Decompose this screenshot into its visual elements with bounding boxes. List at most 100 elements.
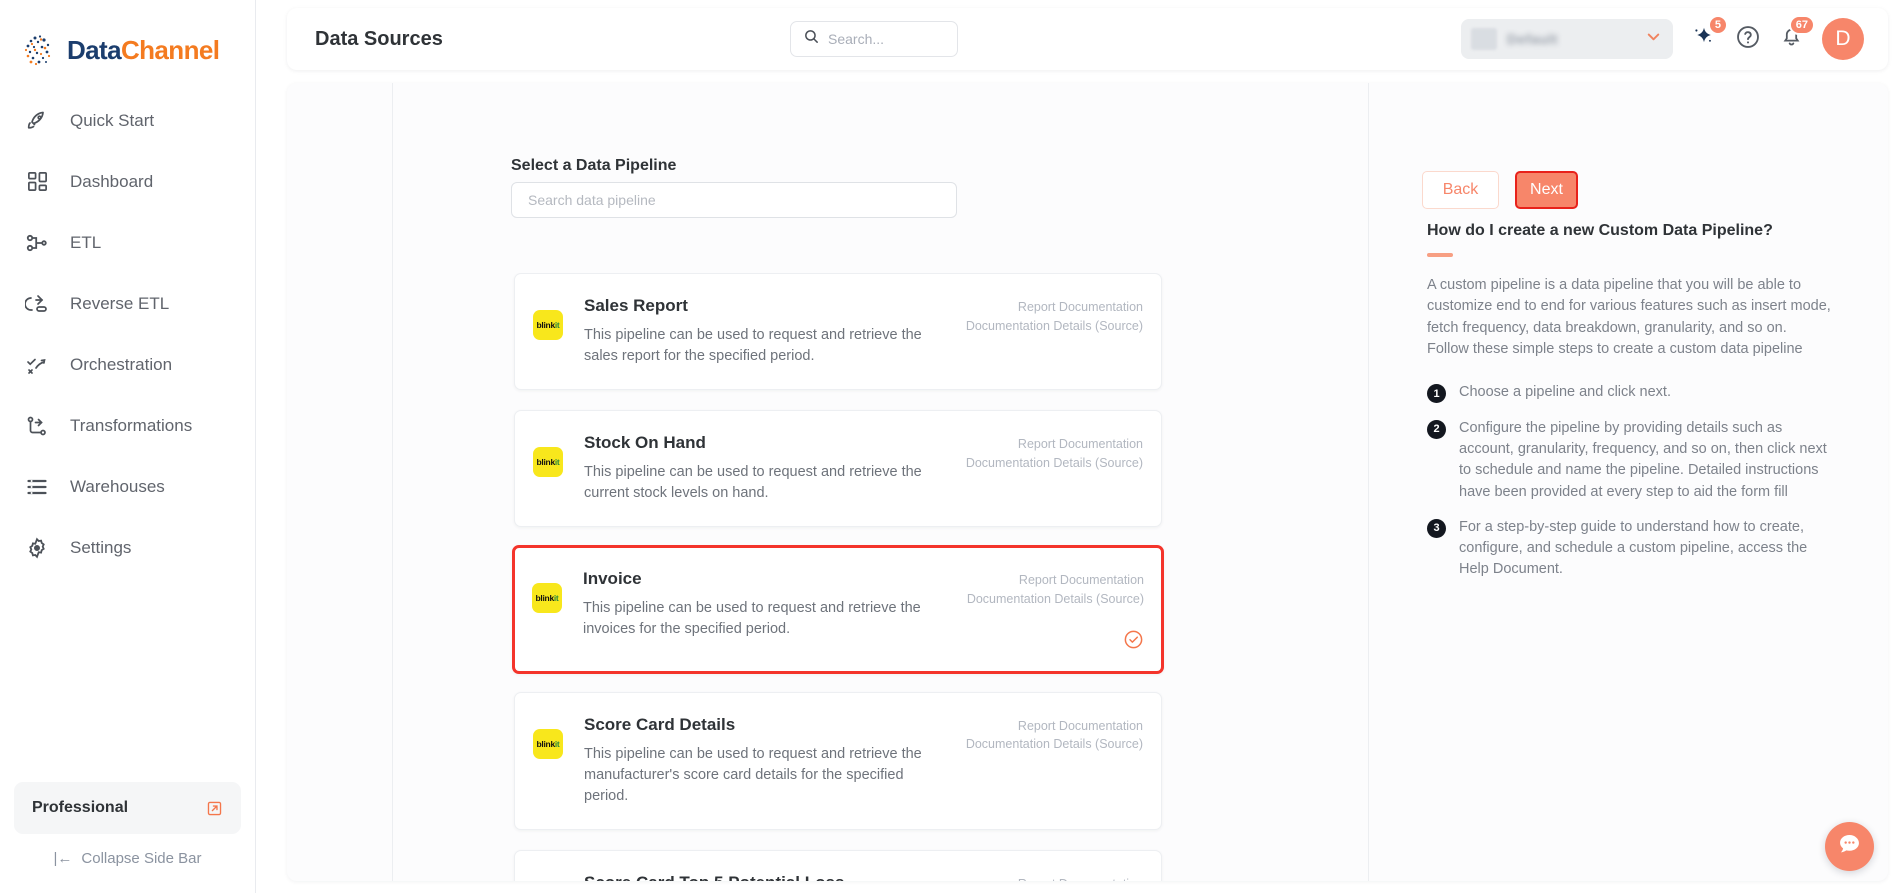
sidebar-item-label: Reverse ETL <box>70 293 170 313</box>
pipeline-info: Score Card Top 5 Potential Loss This pip… <box>563 873 953 881</box>
sidebar-item-transformations[interactable]: Transformations <box>0 395 255 456</box>
sidebar-item-label: Dashboard <box>70 171 154 191</box>
account-selector[interactable]: Default <box>1461 19 1673 59</box>
pipeline-docs: Report Documentation Documentation Detai… <box>953 873 1143 881</box>
pipeline-list[interactable]: blinkit Sales Report This pipeline can b… <box>498 273 1178 881</box>
pipeline-search-input[interactable] <box>528 192 940 208</box>
global-search[interactable] <box>790 21 958 57</box>
report-documentation-link[interactable]: Report Documentation <box>1018 717 1143 736</box>
logo-text-channel: Channel <box>120 34 220 65</box>
reverse-etl-icon <box>24 291 50 317</box>
account-label: Default <box>1507 31 1558 47</box>
pipeline-card[interactable]: blinkit Score Card Details This pipeline… <box>514 691 1162 830</box>
pipeline-search[interactable] <box>511 182 957 218</box>
help-title: How do I create a new Custom Data Pipeli… <box>1427 222 1773 239</box>
help-panel: How do I create a new Custom Data Pipeli… <box>1368 83 1888 881</box>
pipeline-card[interactable]: blinkit Sales Report This pipeline can b… <box>514 273 1162 391</box>
warehouse-icon <box>24 474 50 500</box>
sidebar-item-orchestration[interactable]: Orchestration <box>0 334 255 395</box>
logo-text-data: Data <box>67 34 122 65</box>
chevron-down-icon <box>1644 27 1663 51</box>
pipeline-description: This pipeline can be used to request and… <box>584 464 922 502</box>
pipeline-card-selected[interactable]: blinkit Invoice This pipeline can be use… <box>512 545 1164 674</box>
external-link-icon[interactable] <box>206 800 223 817</box>
account-thumbnail <box>1471 28 1497 50</box>
sidebar-item-label: ETL <box>70 232 102 252</box>
section-label: Select a Data Pipeline <box>511 157 677 174</box>
ai-assistant-button[interactable]: 5 <box>1691 14 1728 55</box>
help-button[interactable] <box>1735 24 1761 55</box>
question-circle-icon <box>1735 24 1761 55</box>
help-step: 2 Configure the pipeline by providing de… <box>1427 418 1838 503</box>
help-step: 1 Choose a pipeline and click next. <box>1427 382 1838 404</box>
pipeline-info: Score Card Details This pipeline can be … <box>563 715 953 807</box>
pipeline-name: Score Card Details <box>584 714 736 734</box>
rocket-icon <box>24 108 50 134</box>
help-step: 3 For a step-by-step guide to understand… <box>1427 517 1838 581</box>
app-logo-text: DataChannel <box>67 34 220 66</box>
plan-badge[interactable]: Professional <box>14 782 241 834</box>
documentation-details-link[interactable]: Documentation Details (Source) <box>966 735 1143 754</box>
pipeline-name: Stock On Hand <box>584 433 706 453</box>
collapse-sidebar-button[interactable]: |← Collapse Side Bar <box>14 850 241 879</box>
transformations-icon <box>24 413 50 439</box>
pipeline-docs: Report Documentation Documentation Detai… <box>953 715 1143 807</box>
datachannel-logo-icon <box>22 31 60 69</box>
search-icon <box>803 28 820 50</box>
ai-badge: 5 <box>1707 14 1728 35</box>
documentation-details-link[interactable]: Documentation Details (Source) <box>966 454 1143 473</box>
page-title: Data Sources <box>315 27 443 50</box>
report-documentation-link[interactable]: Report Documentation <box>1018 298 1143 317</box>
header-actions: Default 5 67 D <box>1461 14 1888 60</box>
notifications-button[interactable]: 67 <box>1779 15 1815 54</box>
collapse-sidebar-label: Collapse Side Bar <box>81 850 202 867</box>
pipeline-description: This pipeline can be used to request and… <box>584 327 922 365</box>
blinkit-logo-icon: blinkit <box>532 583 562 614</box>
left-gutter <box>287 83 393 881</box>
step-number: 1 <box>1427 384 1446 404</box>
step-text: For a step-by-step guide to understand h… <box>1459 518 1808 578</box>
pipeline-info: Sales Report This pipeline can be used t… <box>563 296 953 367</box>
sidebar-item-etl[interactable]: ETL <box>0 212 255 273</box>
documentation-details-link[interactable]: Documentation Details (Source) <box>967 590 1144 609</box>
sidebar-item-quick-start[interactable]: Quick Start <box>0 90 255 151</box>
pipeline-info: Stock On Hand This pipeline can be used … <box>563 433 953 504</box>
sidebar-item-warehouses[interactable]: Warehouses <box>0 456 255 517</box>
help-paragraph: A custom pipeline is a data pipeline tha… <box>1427 277 1831 357</box>
pipeline-name: Invoice <box>583 569 642 589</box>
pipeline-name: Sales Report <box>584 296 688 315</box>
help-divider <box>1427 253 1453 257</box>
sidebar: DataChannel Quick Start Dashboard ETL Re… <box>0 0 256 893</box>
report-documentation-link[interactable]: Report Documentation <box>1018 875 1143 881</box>
chat-support-button[interactable] <box>1825 822 1874 871</box>
top-header: Data Sources Default <box>287 8 1888 70</box>
documentation-details-link[interactable]: Documentation Details (Source) <box>966 317 1143 336</box>
blinkit-logo-icon: blinkit <box>533 728 563 759</box>
pipeline-name: Score Card Top 5 Potential Loss <box>584 873 943 881</box>
step-text: Configure the pipeline by providing deta… <box>1459 419 1827 500</box>
chat-bubble-icon <box>1836 831 1863 863</box>
step-number: 3 <box>1427 518 1446 538</box>
check-circle-icon <box>1123 629 1144 650</box>
sidebar-item-settings[interactable]: Settings <box>0 517 255 578</box>
report-documentation-link[interactable]: Report Documentation <box>1018 435 1143 454</box>
avatar[interactable]: D <box>1822 18 1864 60</box>
main-panel: Select a Data Pipeline Back Next blinkit… <box>287 83 1888 881</box>
pipeline-card[interactable]: blinkit Stock On Hand This pipeline can … <box>514 410 1162 528</box>
pipeline-docs: Report Documentation Documentation Detai… <box>954 569 1144 650</box>
sidebar-item-reverse-etl[interactable]: Reverse ETL <box>0 273 255 334</box>
pipeline-docs: Report Documentation Documentation Detai… <box>953 296 1143 367</box>
search-input[interactable] <box>828 31 938 47</box>
report-documentation-link[interactable]: Report Documentation <box>1019 571 1144 590</box>
app-logo[interactable]: DataChannel <box>0 0 255 76</box>
sidebar-item-dashboard[interactable]: Dashboard <box>0 151 255 212</box>
pipeline-info: Invoice This pipeline can be used to req… <box>562 569 954 650</box>
pipeline-description: This pipeline can be used to request and… <box>583 600 921 638</box>
sidebar-item-label: Transformations <box>70 415 193 435</box>
pipeline-card[interactable]: blinkit Score Card Top 5 Potential Loss … <box>514 849 1162 881</box>
orchestration-icon <box>24 352 50 378</box>
grid-icon <box>24 169 50 195</box>
blinkit-logo-icon: blinkit <box>533 447 563 478</box>
collapse-arrow-icon: |← <box>53 850 73 867</box>
sidebar-item-label: Settings <box>70 537 132 557</box>
